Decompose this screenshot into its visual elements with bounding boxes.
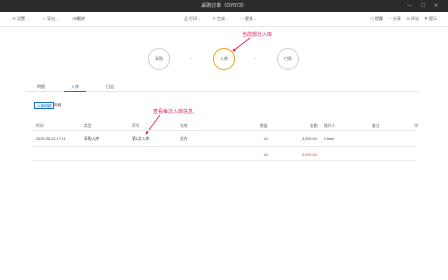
column-header-qty: 数量 — [260, 124, 268, 128]
tab-inbound[interactable]: 入库 — [64, 83, 86, 92]
cell-operator: Cheer — [324, 137, 335, 141]
column-header-seq: 序号 — [132, 124, 140, 128]
column-header-amount: 金额 — [310, 124, 318, 128]
column-header-warehouse: 仓库 — [180, 124, 188, 128]
cell-warehouse: 总仓 — [180, 137, 188, 141]
divider — [32, 130, 416, 131]
filter-detail[interactable]: 明细 — [52, 102, 63, 109]
cell-time: 2025-05-23 17:11 — [36, 137, 66, 141]
divider — [32, 146, 416, 147]
cell-amount: 3,000.00 — [302, 137, 317, 141]
column-header-note: 备注 — [372, 124, 380, 128]
annotation-arrows — [145, 37, 251, 135]
total-qty: 60 — [264, 153, 269, 157]
annotation-arrow-stage — [232, 37, 251, 52]
gear-icon[interactable]: ⚙ — [414, 123, 418, 129]
total-amount: 3,000.00 — [302, 153, 317, 157]
tab-details[interactable]: 明细 — [30, 83, 52, 91]
column-header-time: 时间 — [36, 124, 44, 128]
tab-log[interactable]: 日志 — [99, 83, 121, 91]
cell-type: 采购入库 — [84, 137, 100, 141]
detail-tabs: 明细 入库 日志 — [26, 83, 418, 92]
column-header-operator: 操作人 — [324, 124, 336, 128]
cell-qty: 60 — [264, 137, 269, 141]
divider — [32, 160, 416, 161]
annotation-arrow-table — [145, 114, 161, 135]
cell-seq[interactable]: 第1次入库 — [132, 137, 149, 142]
column-header-type: 类型 — [84, 124, 92, 128]
